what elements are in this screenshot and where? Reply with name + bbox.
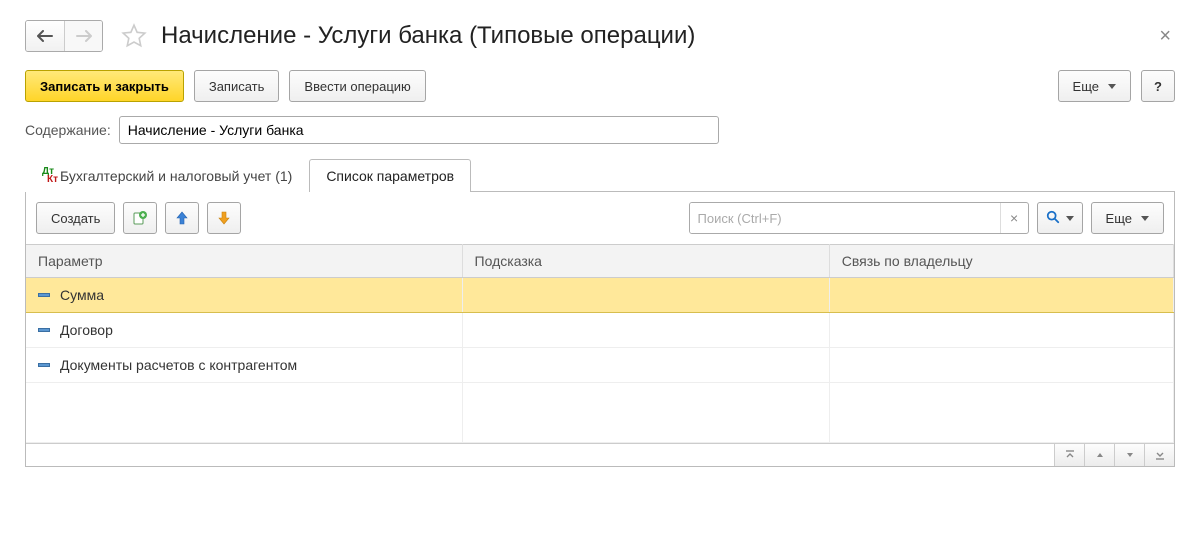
col-header-link[interactable]: Связь по владельцу bbox=[829, 245, 1173, 278]
col-header-hint[interactable]: Подсказка bbox=[462, 245, 829, 278]
save-and-close-button[interactable]: Записать и закрыть bbox=[25, 70, 184, 102]
scroll-top-button[interactable] bbox=[1054, 444, 1084, 466]
table-row[interactable]: Договор bbox=[26, 313, 1174, 348]
table-empty-area bbox=[26, 383, 1174, 443]
close-button[interactable]: × bbox=[1155, 21, 1175, 52]
tab-params[interactable]: Список параметров bbox=[309, 159, 471, 192]
dt-kt-icon: ДтКт bbox=[42, 168, 54, 184]
search-menu-button[interactable] bbox=[1037, 202, 1083, 234]
sub-more-button[interactable]: Еще bbox=[1091, 202, 1164, 234]
nav-back-button[interactable] bbox=[26, 21, 64, 51]
table-row[interactable]: Документы расчетов с контрагентом bbox=[26, 348, 1174, 383]
page-title: Начисление - Услуги банка (Типовые опера… bbox=[161, 22, 1155, 50]
more-button-label: Еще bbox=[1073, 79, 1099, 94]
create-button[interactable]: Создать bbox=[36, 202, 115, 234]
nav-forward-button[interactable] bbox=[64, 21, 102, 51]
search-input[interactable] bbox=[690, 203, 1000, 233]
cell-link bbox=[829, 278, 1173, 313]
search-box: × bbox=[689, 202, 1029, 234]
sub-more-button-label: Еще bbox=[1106, 211, 1132, 226]
save-button[interactable]: Записать bbox=[194, 70, 280, 102]
scroll-controls bbox=[26, 443, 1174, 466]
cell-link bbox=[829, 313, 1173, 348]
favorite-star-icon[interactable] bbox=[121, 23, 147, 49]
col-header-param[interactable]: Параметр bbox=[26, 245, 462, 278]
row-icon bbox=[38, 293, 50, 297]
move-up-button[interactable] bbox=[165, 202, 199, 234]
tab-params-label: Список параметров bbox=[326, 168, 454, 184]
nav-group bbox=[25, 20, 103, 52]
enter-operation-button[interactable]: Ввести операцию bbox=[289, 70, 425, 102]
scroll-up-button[interactable] bbox=[1084, 444, 1114, 466]
cell-hint bbox=[462, 348, 829, 383]
cell-param: Документы расчетов с контрагентом bbox=[60, 357, 297, 373]
cell-hint bbox=[462, 278, 829, 313]
search-clear-button[interactable]: × bbox=[1000, 203, 1028, 233]
magnifier-icon bbox=[1046, 210, 1060, 227]
help-button[interactable]: ? bbox=[1141, 70, 1175, 102]
table-row[interactable]: Сумма bbox=[26, 278, 1174, 313]
caret-down-icon bbox=[1066, 216, 1074, 221]
add-copy-button[interactable] bbox=[123, 202, 157, 234]
parameters-table: Параметр Подсказка Связь по владельцу Су… bbox=[26, 244, 1174, 443]
cell-link bbox=[829, 348, 1173, 383]
move-down-button[interactable] bbox=[207, 202, 241, 234]
cell-hint bbox=[462, 313, 829, 348]
content-field-input[interactable] bbox=[119, 116, 719, 144]
row-icon bbox=[38, 363, 50, 367]
cell-param: Договор bbox=[60, 322, 113, 338]
table-header-row: Параметр Подсказка Связь по владельцу bbox=[26, 245, 1174, 278]
content-field-label: Содержание: bbox=[25, 122, 111, 138]
tab-accounting[interactable]: ДтКт Бухгалтерский и налоговый учет (1) bbox=[25, 159, 309, 192]
caret-down-icon bbox=[1141, 216, 1149, 221]
cell-param: Сумма bbox=[60, 287, 104, 303]
scroll-down-button[interactable] bbox=[1114, 444, 1144, 466]
tab-accounting-label: Бухгалтерский и налоговый учет (1) bbox=[60, 168, 292, 184]
scroll-bottom-button[interactable] bbox=[1144, 444, 1174, 466]
more-button[interactable]: Еще bbox=[1058, 70, 1131, 102]
caret-down-icon bbox=[1108, 84, 1116, 89]
row-icon bbox=[38, 328, 50, 332]
